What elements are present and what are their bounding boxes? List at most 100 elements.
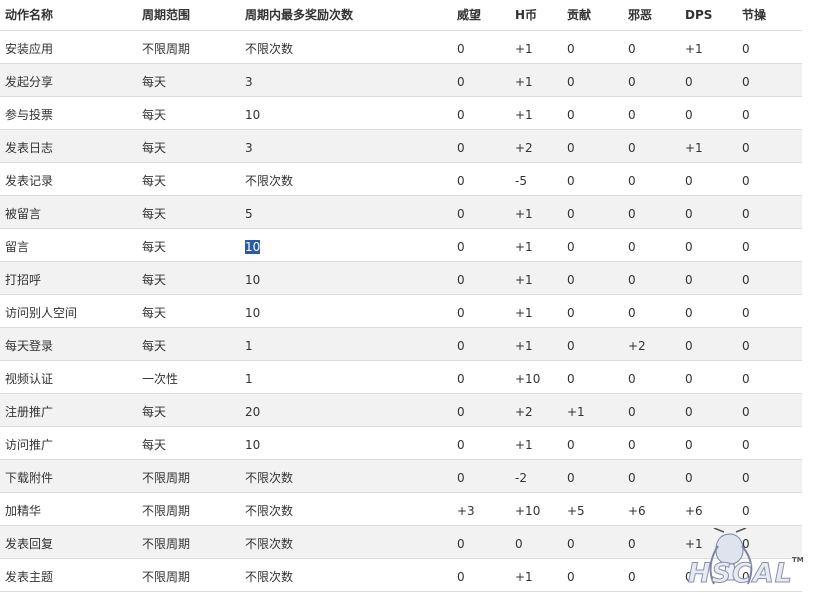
table-cell: 0	[623, 195, 680, 228]
table-cell: +1	[510, 327, 562, 360]
table-header: 动作名称 周期范围 周期内最多奖励次数 威望 H币 贡献 邪恶 DPS 节操	[0, 0, 802, 30]
cell-value: 每天	[142, 338, 167, 353]
table-cell: 0	[452, 228, 510, 261]
cell-value: 0	[685, 404, 693, 419]
table-cell: 3	[240, 129, 452, 162]
cell-value: 0	[742, 470, 750, 485]
cell-value: +1	[515, 41, 533, 56]
table-cell: +1	[510, 426, 562, 459]
cell-value: 0	[567, 305, 575, 320]
table-row: 注册推广 每天 20 0 +2 +1 0 0 0	[0, 393, 802, 426]
cell-value: 0	[685, 470, 693, 485]
cell-value: 0	[567, 140, 575, 155]
cell-value: 0	[567, 371, 575, 386]
table-cell: 0	[623, 228, 680, 261]
table-cell: 0	[452, 558, 510, 591]
cell-value: 一次性	[142, 371, 179, 386]
cell-value: 0	[685, 338, 693, 353]
table-cell: 0	[562, 63, 623, 96]
table-cell: 0	[562, 30, 623, 63]
cell-value: 10	[245, 437, 261, 452]
cell-value: 不限周期	[142, 569, 191, 584]
cell-value: 10	[245, 107, 261, 122]
table-cell: 打招呼	[0, 261, 137, 294]
column-header: 邪恶	[628, 8, 653, 23]
cell-value: 10	[245, 305, 261, 320]
table-cell: 每天	[137, 162, 240, 195]
cell-value: 0	[457, 107, 465, 122]
cell-value: 0	[457, 371, 465, 386]
table-row: 参与投票 每天 10 0 +1 0 0 0 0	[0, 96, 802, 129]
table-cell: +10	[510, 492, 562, 525]
table-cell: 10	[240, 426, 452, 459]
cell-value: 0	[457, 404, 465, 419]
table-cell: 每天登录	[0, 327, 137, 360]
table-cell: 0	[737, 129, 802, 162]
table-cell: 0	[452, 195, 510, 228]
cell-value: +1	[567, 404, 585, 419]
logo-text: HSCAL	[688, 558, 793, 590]
table-cell: 下载附件	[0, 459, 137, 492]
table-cell: 0	[623, 162, 680, 195]
table-cell: +6	[623, 492, 680, 525]
cell-value: 0	[685, 239, 693, 254]
table-cell: 0	[562, 426, 623, 459]
cell-value: 0	[567, 74, 575, 89]
table-cell: 3	[240, 63, 452, 96]
table-cell: 0	[562, 327, 623, 360]
cell-value: 0	[457, 74, 465, 89]
table-cell: 每天	[137, 261, 240, 294]
cell-value: 0	[457, 41, 465, 56]
action-name: 下载附件	[5, 470, 54, 485]
table-cell: 0	[452, 96, 510, 129]
table-cell: 0	[680, 96, 737, 129]
table-cell: 0	[737, 327, 802, 360]
cell-value: +1	[515, 272, 533, 287]
table-cell: -2	[510, 459, 562, 492]
cell-value: 0	[567, 470, 575, 485]
cell-value: 0	[685, 371, 693, 386]
cell-value: 0	[567, 206, 575, 221]
cell-value: 0	[742, 107, 750, 122]
table-cell: 0	[623, 459, 680, 492]
cell-value: 0	[685, 74, 693, 89]
cell-value: +1	[515, 107, 533, 122]
table-cell: 0	[737, 162, 802, 195]
cell-value: 0	[628, 404, 636, 419]
table-cell: 不限次数	[240, 492, 452, 525]
table-cell: 0	[623, 30, 680, 63]
table-row: 留言 每天 10 0 +1 0 0 0 0	[0, 228, 802, 261]
cell-value: 0	[567, 239, 575, 254]
table-cell: 20	[240, 393, 452, 426]
cell-value: 0	[628, 470, 636, 485]
table-cell: 0	[623, 393, 680, 426]
table-cell: 不限周期	[137, 30, 240, 63]
cell-value: 0	[628, 305, 636, 320]
reward-rules-table: 动作名称 周期范围 周期内最多奖励次数 威望 H币 贡献 邪恶 DPS 节操 安装应用 不限周期不…	[0, 0, 802, 592]
table-cell: 访问推广	[0, 426, 137, 459]
cell-value: +1	[515, 305, 533, 320]
cell-value: 0	[628, 569, 636, 584]
cell-value: 每天	[142, 74, 167, 89]
cell-value: 每天	[142, 437, 167, 452]
table-cell: 不限次数	[240, 525, 452, 558]
table-cell: 发表日志	[0, 129, 137, 162]
table-cell: 每天	[137, 426, 240, 459]
cell-value: 0	[742, 173, 750, 188]
action-name: 访问别人空间	[5, 305, 78, 320]
table-cell: +1	[680, 129, 737, 162]
table-cell: 0	[452, 393, 510, 426]
table-cell: 视频认证	[0, 360, 137, 393]
table-cell: 0	[452, 525, 510, 558]
table-cell: 0	[680, 360, 737, 393]
table-cell: 0	[623, 360, 680, 393]
cell-value: 0	[685, 437, 693, 452]
table-cell: +1	[510, 63, 562, 96]
cell-value: 0	[628, 437, 636, 452]
cell-value: 0	[567, 569, 575, 584]
action-name: 注册推广	[5, 404, 54, 419]
action-name: 发表日志	[5, 140, 54, 155]
action-name: 留言	[5, 239, 30, 254]
table-cell: 发表记录	[0, 162, 137, 195]
table-cell: 0	[562, 162, 623, 195]
